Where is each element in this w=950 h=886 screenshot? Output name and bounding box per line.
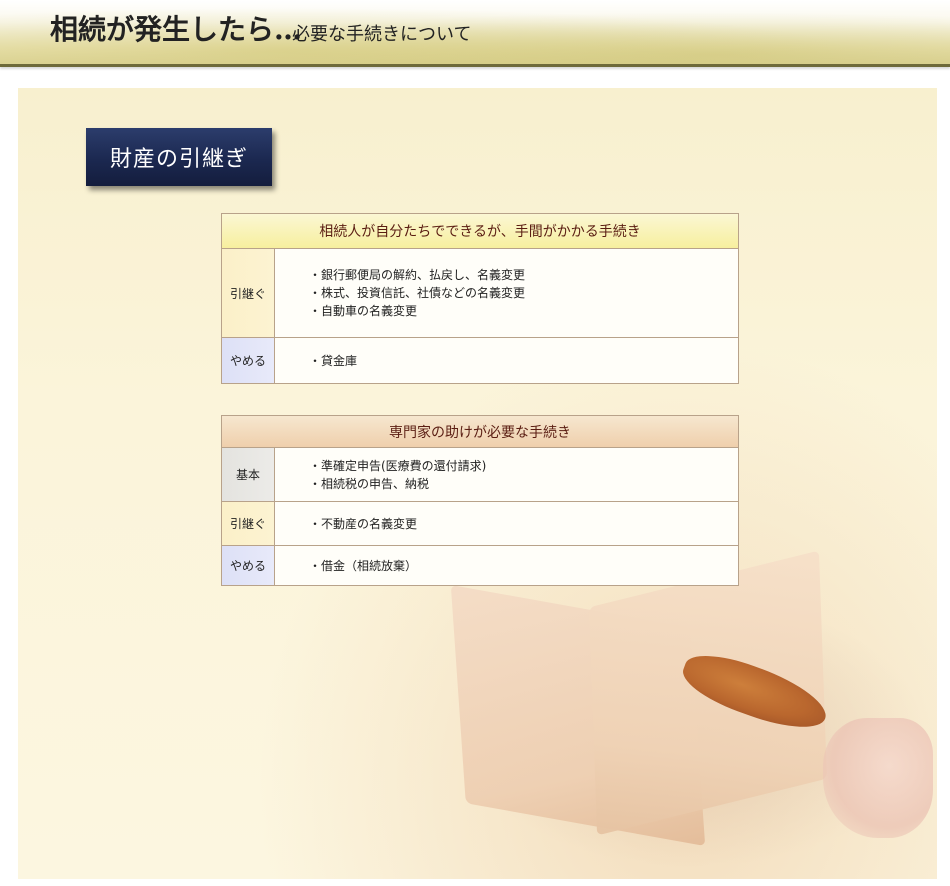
table-row: やめる ・貸金庫: [222, 338, 738, 383]
book-illustration: [418, 550, 937, 879]
row-label-stop: やめる: [222, 546, 275, 585]
content-panel: 財産の引継ぎ 相続人が自分たちでできるが、手間がかかる手続き 引継ぐ ・銀行郵便…: [18, 88, 937, 879]
row-label-stop: やめる: [222, 338, 275, 383]
table-title: 相続人が自分たちでできるが、手間がかかる手続き: [222, 214, 738, 249]
table-row: やめる ・借金（相続放棄）: [222, 546, 738, 585]
page-subtitle: 必要な手続きについて: [292, 24, 472, 45]
page-title: 相続が発生したら…: [50, 13, 303, 46]
list-item: ・銀行郵便局の解約、払戻し、名義変更: [309, 268, 526, 282]
list-item: ・借金（相続放棄）: [309, 558, 418, 573]
row-label-inherit: 引継ぐ: [222, 502, 275, 545]
row-label-inherit: 引継ぐ: [222, 249, 275, 337]
section-heading: 財産の引継ぎ: [86, 128, 272, 186]
row-items: ・借金（相続放棄）: [275, 546, 738, 585]
row-items: ・不動産の名義変更: [275, 502, 738, 545]
list-item: ・株式、投資信託、社債などの名義変更: [309, 286, 526, 300]
row-items: ・準確定申告(医療費の還付請求) ・相続税の申告、納税: [275, 448, 738, 501]
table-row: 基本 ・準確定申告(医療費の還付請求) ・相続税の申告、納税: [222, 448, 738, 502]
list-item: ・相続税の申告、納税: [309, 476, 430, 491]
row-label-basic: 基本: [222, 448, 275, 501]
table-row: 引継ぐ ・不動産の名義変更: [222, 502, 738, 546]
list-item: ・準確定申告(医療費の還付請求): [309, 458, 487, 473]
row-items: ・銀行郵便局の解約、払戻し、名義変更 ・株式、投資信託、社債などの名義変更 ・自…: [275, 249, 738, 337]
row-items: ・貸金庫: [275, 338, 738, 383]
table-row: 引継ぐ ・銀行郵便局の解約、払戻し、名義変更 ・株式、投資信託、社債などの名義変…: [222, 249, 738, 338]
page-header: 相続が発生したら… 必要な手続きについて: [0, 0, 950, 67]
list-item: ・不動産の名義変更: [309, 516, 418, 531]
procedures-table-self: 相続人が自分たちでできるが、手間がかかる手続き 引継ぐ ・銀行郵便局の解約、払戻…: [221, 213, 739, 384]
list-item: ・貸金庫: [309, 353, 358, 368]
hand-image: [823, 718, 933, 838]
table-title: 専門家の助けが必要な手続き: [222, 416, 738, 448]
list-item: ・自動車の名義変更: [309, 304, 418, 318]
procedures-table-expert: 専門家の助けが必要な手続き 基本 ・準確定申告(医療費の還付請求) ・相続税の申…: [221, 415, 739, 586]
